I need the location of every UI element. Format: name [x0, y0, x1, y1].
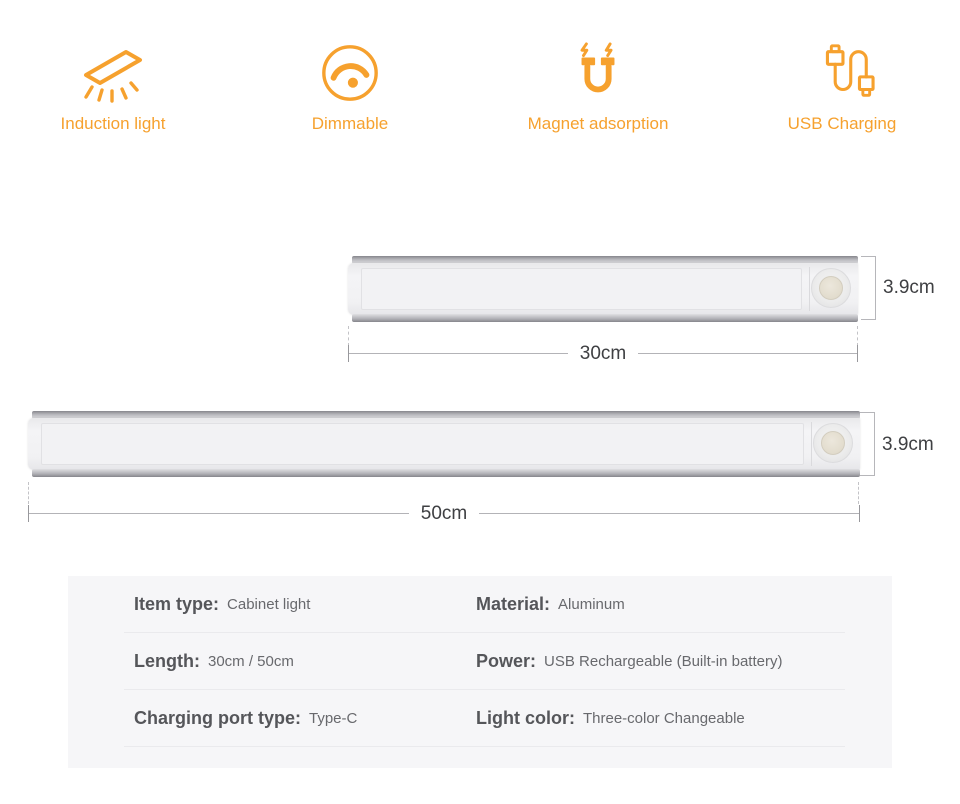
height-dimension-line — [861, 256, 876, 320]
cabinet-light-50cm — [28, 411, 860, 477]
motion-sensor — [813, 423, 853, 463]
feature-label: Dimmable — [311, 114, 389, 133]
bar-divider — [811, 422, 812, 466]
spec-value: 30cm / 50cm — [207, 653, 294, 670]
dimmable-icon — [265, 38, 435, 108]
bar-diffuser-panel — [361, 268, 802, 310]
spec-row-1: Item type: Cabinet light Material: Alumi… — [68, 576, 892, 633]
extension-line — [858, 482, 859, 504]
spec-value: USB Rechargeable (Built-in battery) — [544, 653, 783, 670]
length-dimension-line: 30cm — [348, 342, 858, 365]
magnet-adsorption-icon — [513, 38, 683, 108]
extension-line — [348, 326, 349, 346]
length-dimension-label: 50cm — [408, 502, 480, 525]
bar-body — [28, 418, 860, 470]
motion-sensor-lens — [821, 431, 845, 455]
spec-value: Aluminum — [558, 596, 625, 613]
spec-table: Item type: Cabinet light Material: Alumi… — [68, 576, 892, 768]
spec-row-3: Charging port type: Type-C Light color: … — [68, 690, 892, 747]
spec-value: Three-color Changeable — [582, 710, 745, 727]
spec-label: Power: — [476, 651, 537, 671]
spec-label: Material: — [476, 594, 551, 614]
feature-magnet-adsorption: Magnet adsorption — [513, 38, 683, 134]
usb-charging-icon — [757, 38, 927, 108]
feature-usb-charging: USB Charging — [757, 38, 927, 134]
feature-induction-light: Induction light — [28, 38, 198, 134]
bar-body — [348, 263, 858, 315]
extension-line — [857, 326, 858, 346]
bar-bottom-rail — [32, 469, 860, 477]
spec-material: Material: Aluminum — [476, 576, 625, 633]
height-dimension-line — [860, 412, 875, 476]
spec-charging-port: Charging port type: Type-C — [134, 690, 357, 747]
motion-sensor — [811, 268, 851, 308]
spec-label: Item type: — [134, 594, 220, 614]
feature-label: USB Charging — [787, 114, 897, 133]
feature-label: Induction light — [60, 114, 166, 133]
spec-length: Length: 30cm / 50cm — [134, 633, 294, 690]
product-infographic: Induction light Dimmable Magnet adsorpti… — [0, 0, 960, 804]
spec-item-type: Item type: Cabinet light — [134, 576, 310, 633]
feature-label: Magnet adsorption — [527, 114, 669, 133]
height-dimension-label: 3.9cm — [882, 434, 934, 455]
length-dimension-line: 50cm — [28, 502, 860, 525]
motion-sensor-lens — [819, 276, 843, 300]
extension-line — [28, 482, 29, 504]
length-dimension-label: 30cm — [567, 342, 639, 365]
bar-diffuser-panel — [41, 423, 804, 465]
spec-light-color: Light color: Three-color Changeable — [476, 690, 745, 747]
spec-power: Power: USB Rechargeable (Built-in batter… — [476, 633, 782, 690]
spec-label: Charging port type: — [134, 708, 301, 728]
spec-value: Type-C — [309, 710, 358, 727]
height-dimension-label: 3.9cm — [883, 277, 935, 298]
bar-bottom-rail — [352, 314, 858, 322]
cabinet-light-30cm — [348, 256, 858, 322]
feature-dimmable: Dimmable — [265, 38, 435, 134]
spec-label: Length: — [134, 651, 200, 671]
induction-light-icon — [28, 38, 198, 108]
spec-value: Cabinet light — [227, 596, 311, 613]
spec-row-2: Length: 30cm / 50cm Power: USB Rechargea… — [68, 633, 892, 690]
row-separator — [124, 746, 845, 747]
spec-label: Light color: — [476, 708, 575, 728]
bar-divider — [809, 267, 810, 311]
